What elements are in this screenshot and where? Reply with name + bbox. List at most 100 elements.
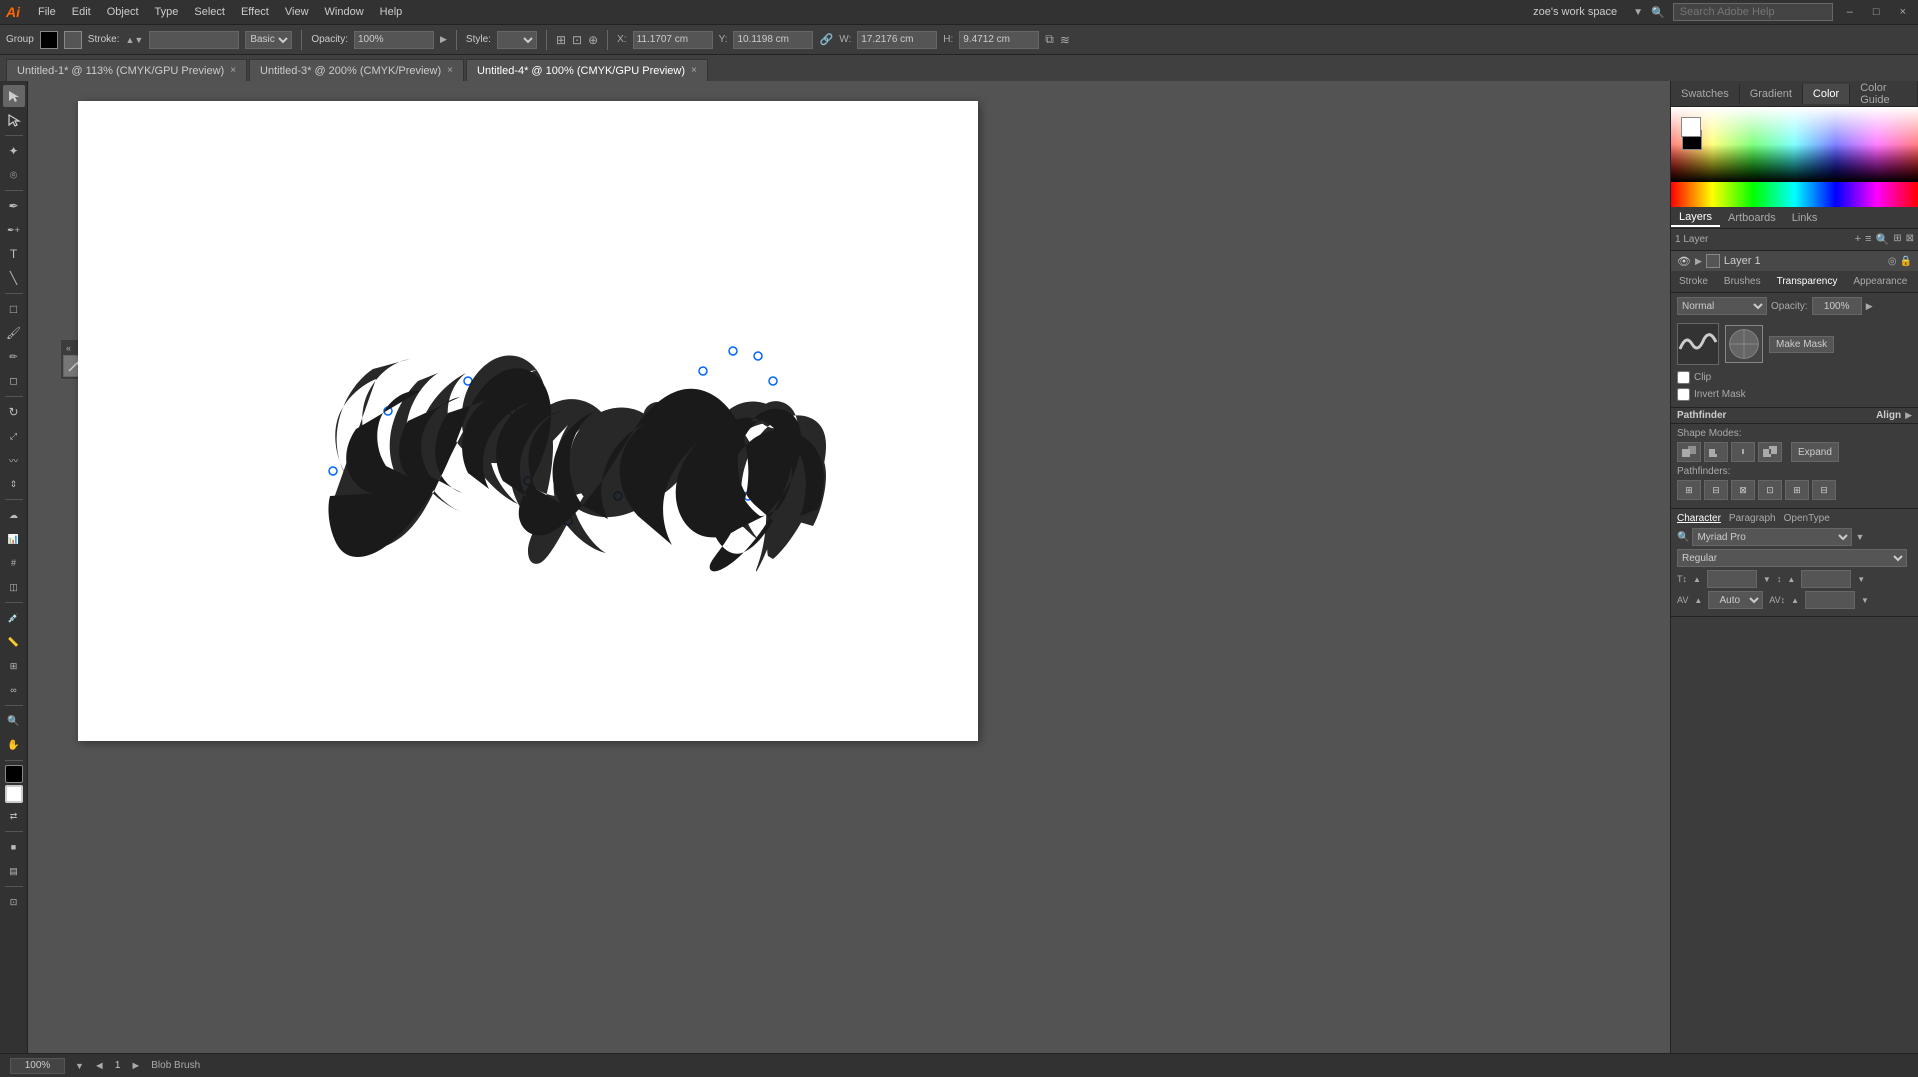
tab-0[interactable]: Untitled-1* @ 113% (CMYK/GPU Preview) × [6, 59, 247, 81]
warp-tool[interactable]: 〰 [3, 449, 25, 471]
linked-tools[interactable]: ⊞ [3, 655, 25, 677]
magic-wand-tool[interactable]: ✦ [3, 140, 25, 162]
float-panel-collapse[interactable]: « [66, 343, 71, 353]
brushes-tab[interactable]: Brushes [1716, 274, 1769, 289]
minus-front-btn[interactable] [1704, 442, 1728, 462]
tab-2[interactable]: Untitled-4* @ 100% (CMYK/GPU Preview) × [466, 59, 708, 81]
eyedropper-tool[interactable]: 💉 [3, 607, 25, 629]
stroke-input[interactable] [149, 31, 239, 49]
font-size-spindown[interactable]: ▼ [1763, 575, 1771, 584]
layer-row[interactable]: 👁 ▶ Layer 1 ◎ 🔒 [1671, 251, 1918, 271]
lasso-tool[interactable]: ⌾ [3, 164, 25, 186]
layers-search-btn[interactable]: 🔍 [1876, 233, 1890, 246]
exclude-btn[interactable] [1758, 442, 1782, 462]
font-select[interactable]: Myriad Pro [1692, 528, 1852, 546]
opacity-input[interactable] [1812, 297, 1862, 315]
paintbrush-tool[interactable]: 🖌 [3, 322, 25, 344]
pathfinder-expand[interactable]: ▶ [1905, 410, 1912, 421]
maximize-button[interactable]: □ [1867, 6, 1886, 18]
line-tool[interactable]: ╲ [3, 267, 25, 289]
layer-expand-arrow[interactable]: ▶ [1695, 256, 1702, 267]
minimize-button[interactable]: – [1841, 6, 1859, 18]
menu-select[interactable]: Select [186, 4, 233, 20]
mask-preview-circle[interactable] [1725, 325, 1763, 363]
tab-0-close[interactable]: × [230, 65, 236, 76]
artboard-tool[interactable]: ⊡ [3, 891, 25, 913]
swatches-tab[interactable]: Swatches [1671, 84, 1740, 104]
layers-new-btn[interactable]: + [1855, 233, 1861, 246]
layers-panel-menu[interactable]: ≡ [1865, 233, 1871, 246]
stroke-swatch[interactable] [64, 31, 82, 49]
outline-btn[interactable]: ⊞ [1785, 480, 1809, 500]
scale-tool[interactable]: ⤢ [3, 425, 25, 447]
workspace-switcher[interactable]: zoe's work space [1525, 4, 1625, 20]
close-button[interactable]: × [1894, 6, 1912, 18]
divide-btn[interactable]: ⊞ [1677, 480, 1701, 500]
appearance-tab[interactable]: Appearance [1845, 274, 1915, 289]
tracking-spinup[interactable]: ▲ [1791, 596, 1799, 605]
eraser-tool[interactable]: ◻ [3, 370, 25, 392]
crop-btn[interactable]: ⊡ [1758, 480, 1782, 500]
blend-tool[interactable]: ∞ [3, 679, 25, 701]
color-mode[interactable]: ■ [3, 836, 25, 858]
text-tool[interactable]: T [3, 243, 25, 265]
color-tab[interactable]: Color [1803, 84, 1850, 104]
blend-mode-select[interactable]: Normal Multiply Screen Overlay [1677, 297, 1767, 315]
menu-window[interactable]: Window [317, 4, 372, 20]
minus-back-btn[interactable]: ⊟ [1812, 480, 1836, 500]
symbol-sprayer-tool[interactable]: ☁ [3, 504, 25, 526]
transparency-tab[interactable]: Transparency [1769, 274, 1846, 289]
leading-spindown[interactable]: ▼ [1857, 575, 1865, 584]
mask-preview-wave[interactable] [1677, 323, 1719, 365]
layer-lock[interactable]: 🔒 [1900, 256, 1912, 267]
selection-tool[interactable] [3, 85, 25, 107]
invert-checkbox[interactable] [1677, 388, 1690, 401]
font-size-spinup[interactable]: ▲ [1693, 575, 1701, 584]
warp-btn[interactable]: ≋ [1060, 33, 1070, 47]
rotate-tool[interactable]: ↻ [3, 401, 25, 423]
gradient-tab[interactable]: Gradient [1740, 84, 1803, 104]
character-tab[interactable]: Character [1677, 513, 1721, 524]
menu-help[interactable]: Help [372, 4, 411, 20]
tracking-spindown[interactable]: ▼ [1861, 596, 1869, 605]
color-guide-tab[interactable]: Color Guide [1850, 81, 1918, 110]
tracking-input[interactable]: 0 [1805, 591, 1855, 609]
make-mask-button[interactable]: Make Mask [1769, 336, 1834, 353]
artboards-tab[interactable]: Artboards [1720, 210, 1784, 226]
page-next-btn[interactable]: ► [130, 1060, 141, 1072]
layers-more[interactable]: ⊠ [1906, 233, 1914, 246]
menu-object[interactable]: Object [99, 4, 147, 20]
search-input[interactable] [1673, 3, 1833, 21]
gradient-tool[interactable]: ◫ [3, 576, 25, 598]
fill-color-swatch[interactable] [5, 765, 23, 783]
opentype-tab[interactable]: OpenType [1784, 513, 1830, 524]
fill-swatch[interactable] [40, 31, 58, 49]
mesh-tool[interactable]: # [3, 552, 25, 574]
tab-1-close[interactable]: × [447, 65, 453, 76]
menu-effect[interactable]: Effect [233, 4, 277, 20]
style-select[interactable] [497, 31, 537, 49]
stroke-color-swatch[interactable] [5, 785, 23, 803]
column-graph-tool[interactable]: 📊 [3, 528, 25, 550]
transform-btn[interactable]: ⧉ [1045, 32, 1054, 47]
font-search-icon[interactable]: 🔍 [1677, 532, 1689, 543]
layer-visibility-toggle[interactable]: 👁 [1677, 255, 1691, 268]
tab-1[interactable]: Untitled-3* @ 200% (CMYK/Preview) × [249, 59, 464, 81]
swap-colors[interactable]: ⇄ [3, 805, 25, 827]
leading-spinup[interactable]: ▲ [1787, 575, 1795, 584]
links-tab[interactable]: Links [1784, 210, 1826, 226]
font-dropdown-arrow[interactable]: ▼ [1855, 532, 1864, 542]
trim-btn[interactable]: ⊟ [1704, 480, 1728, 500]
hand-tool[interactable]: ✋ [3, 734, 25, 756]
brush-select[interactable]: Basic [245, 31, 292, 49]
menu-view[interactable]: View [277, 4, 317, 20]
menu-file[interactable]: File [30, 4, 64, 20]
fg-swatch[interactable] [1681, 117, 1701, 137]
pencil-tool[interactable]: ✏ [3, 346, 25, 368]
width-tool[interactable]: ⇕ [3, 473, 25, 495]
font-size-input[interactable]: 12 pt [1707, 570, 1757, 588]
gradient-mode[interactable]: ▤ [3, 860, 25, 882]
kerning-select[interactable]: Auto 0 Optical [1708, 591, 1763, 609]
page-prev-btn[interactable]: ◄ [94, 1060, 105, 1072]
merge-btn[interactable]: ⊠ [1731, 480, 1755, 500]
